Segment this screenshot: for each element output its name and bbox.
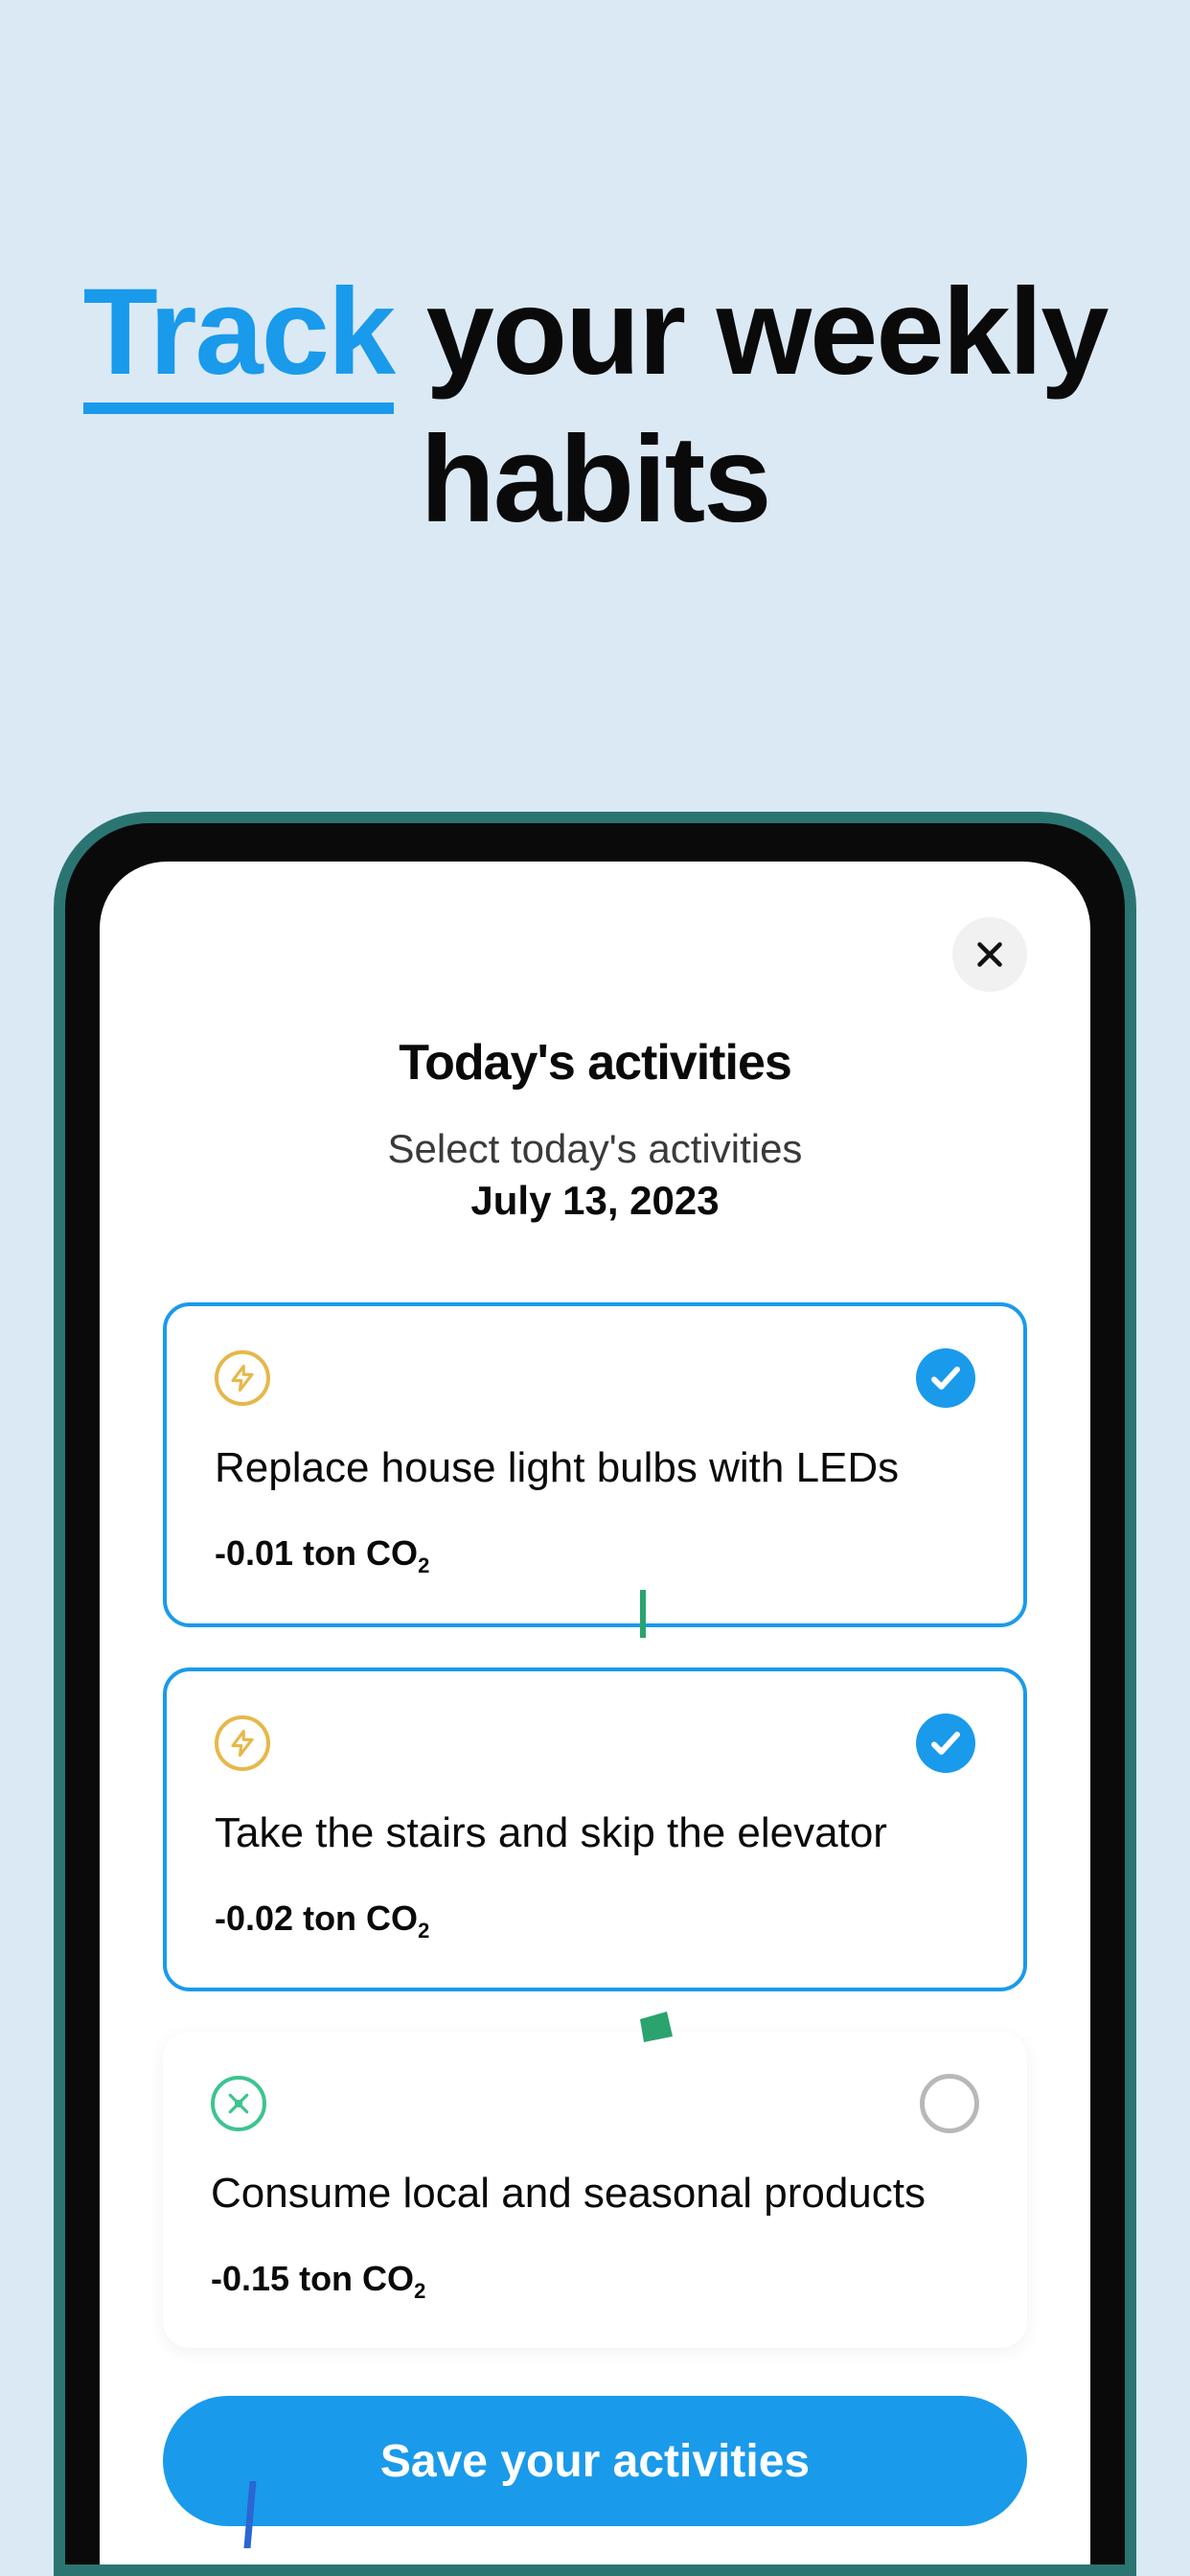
headline-rest-2: habits	[421, 411, 770, 548]
close-icon	[973, 937, 1007, 972]
save-activities-button[interactable]: Save your activities	[163, 2396, 1027, 2526]
card-top-row	[211, 2074, 979, 2133]
selected-checkmark[interactable]	[916, 1348, 975, 1408]
modal-header: Today's activities Select today's activi…	[163, 1034, 1027, 1224]
activity-card[interactable]: Consume local and seasonal products -0.1…	[163, 2032, 1027, 2348]
check-icon	[928, 1726, 963, 1760]
activity-title: Replace house light bulbs with LEDs	[215, 1440, 975, 1495]
impact-unit: ton CO	[299, 2259, 414, 2298]
card-top-row	[215, 1714, 975, 1773]
impact-sub: 2	[418, 1919, 429, 1943]
close-button[interactable]	[952, 917, 1027, 992]
activity-title: Take the stairs and skip the elevator	[215, 1806, 975, 1860]
phone-screen: Today's activities Select today's activi…	[100, 862, 1090, 2564]
card-top-row	[215, 1348, 975, 1408]
impact-sub: 2	[414, 2279, 425, 2303]
activity-list: Replace house light bulbs with LEDs -0.0…	[163, 1302, 1027, 2348]
phone-mockup-frame: Today's activities Select today's activi…	[54, 812, 1136, 2576]
modal-subtitle: Select today's activities	[163, 1126, 1027, 1172]
impact-unit: ton CO	[303, 1898, 418, 1938]
impact-sub: 2	[418, 1554, 429, 1578]
headline-rest-1: your weekly	[394, 264, 1107, 401]
impact-value: -0.01	[215, 1533, 293, 1573]
activity-impact: -0.15 ton CO2	[211, 2259, 979, 2304]
activity-card[interactable]: Replace house light bulbs with LEDs -0.0…	[163, 1302, 1027, 1626]
headline-highlight: Track	[83, 264, 395, 414]
modal-date: July 13, 2023	[163, 1178, 1027, 1224]
impact-value: -0.02	[215, 1898, 293, 1938]
activity-impact: -0.01 ton CO2	[215, 1533, 975, 1578]
bolt-icon	[215, 1350, 270, 1406]
selected-checkmark[interactable]	[916, 1714, 975, 1773]
unselected-checkbox[interactable]	[920, 2074, 979, 2133]
impact-value: -0.15	[211, 2259, 289, 2298]
impact-unit: ton CO	[303, 1533, 418, 1573]
check-icon	[928, 1361, 963, 1395]
headline-text: Track your weekly habits	[68, 259, 1122, 553]
activity-impact: -0.02 ton CO2	[215, 1898, 975, 1944]
bolt-icon	[215, 1715, 270, 1771]
activity-card[interactable]: Take the stairs and skip the elevator -0…	[163, 1668, 1027, 1991]
utensils-icon	[211, 2076, 266, 2131]
marketing-headline: Track your weekly habits	[68, 259, 1122, 553]
modal-title: Today's activities	[163, 1034, 1027, 1092]
activity-title: Consume local and seasonal products	[211, 2166, 979, 2220]
